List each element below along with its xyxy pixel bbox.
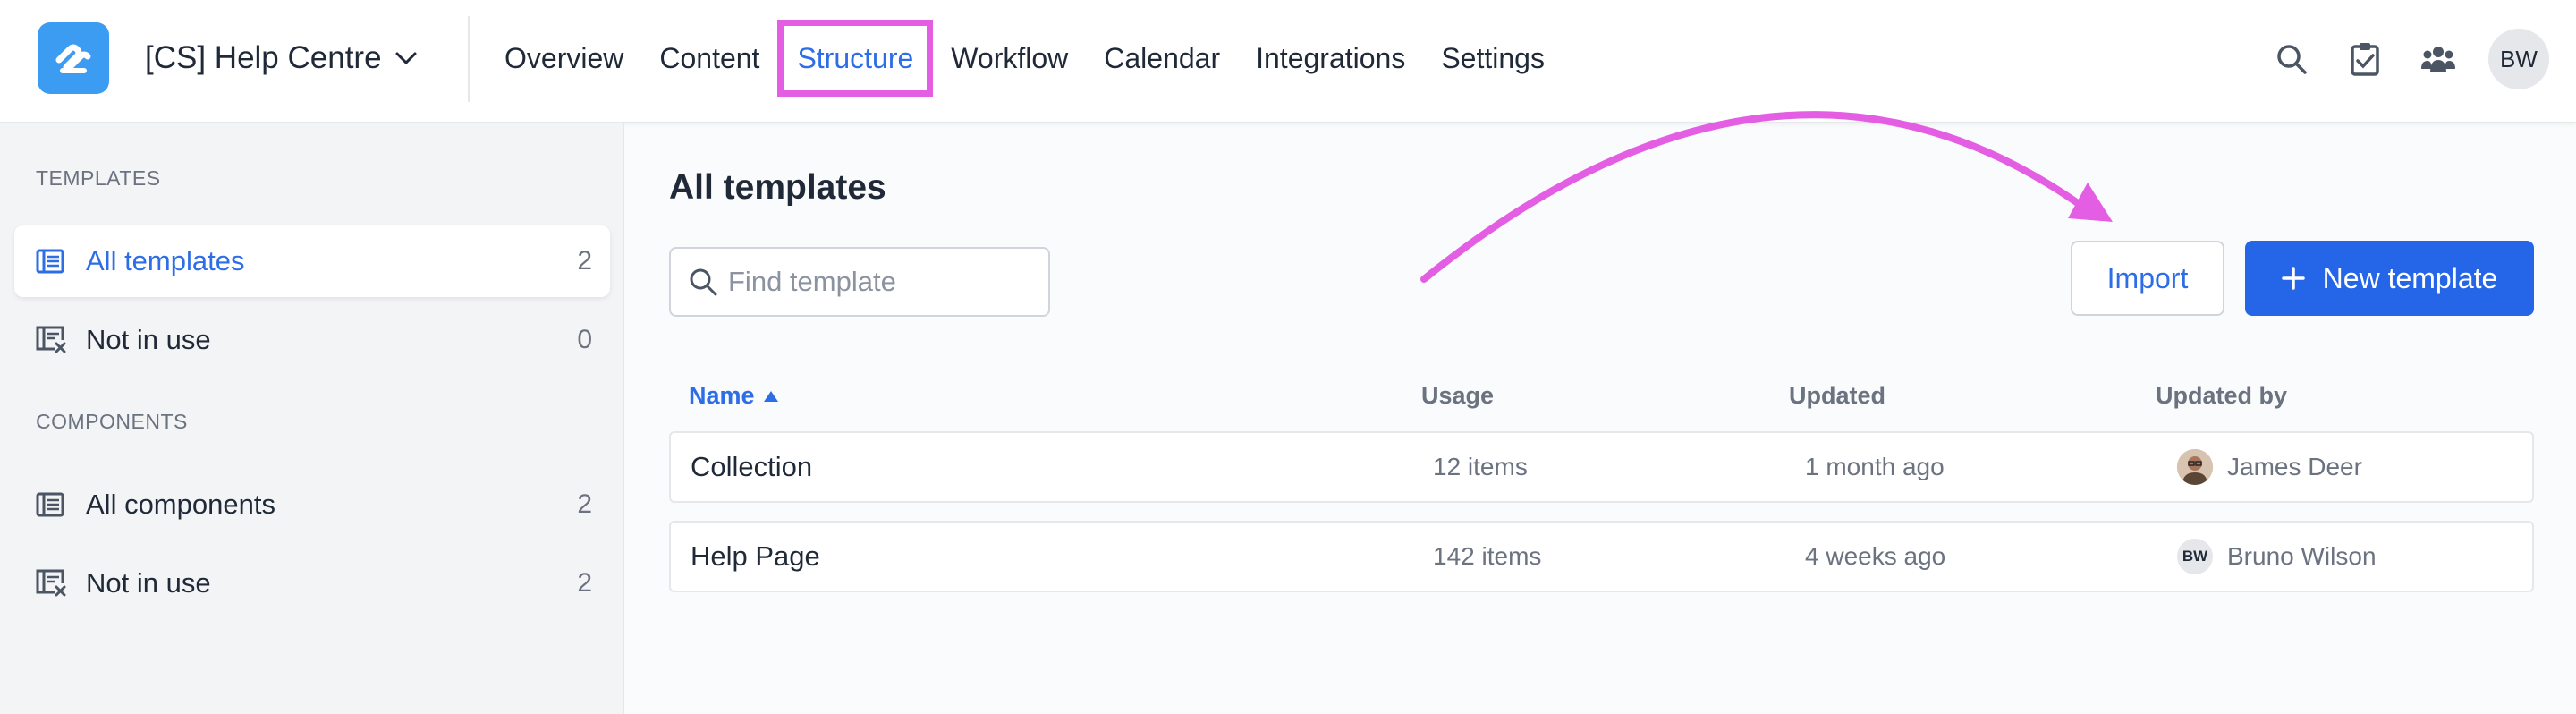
project-switcher[interactable]: [CS] Help Centre (145, 34, 418, 82)
sidebar-item-count: 0 (577, 325, 592, 354)
list-icon (36, 487, 72, 523)
user-avatar[interactable]: BW (2488, 29, 2549, 89)
chevron-down-icon (394, 51, 418, 65)
column-header-usage[interactable]: Usage (1421, 382, 1494, 410)
sidebar-item-all-components[interactable]: All components 2 (14, 469, 610, 540)
updated-by-name: James Deer (2227, 453, 2362, 480)
sidebar-item-label: Not in use (86, 567, 211, 599)
sidebar-item-label: Not in use (86, 324, 211, 355)
header-actions: BW (2268, 23, 2549, 95)
row-updated-by: BW Bruno Wilson (2177, 523, 2377, 591)
sidebar-item-count: 2 (577, 246, 592, 276)
sidebar: TEMPLATES All templates 2 Not in use 0 C… (0, 123, 624, 714)
new-template-button[interactable]: New template (2245, 241, 2534, 316)
search-input[interactable] (728, 266, 1032, 298)
updated-by-name: Bruno Wilson (2227, 542, 2377, 570)
user-photo-avatar (2177, 449, 2213, 485)
main-nav: Overview Content Structure Workflow Cale… (487, 20, 1563, 97)
row-name: Help Page (691, 540, 820, 572)
sidebar-item-components-not-in-use[interactable]: Not in use 2 (14, 548, 610, 619)
search-icon[interactable] (2268, 36, 2315, 82)
row-updated: 1 month ago (1805, 453, 1945, 480)
nav-overview[interactable]: Overview (487, 20, 641, 97)
column-header-updated-by[interactable]: Updated by (2156, 382, 2287, 410)
row-updated-by: James Deer (2177, 433, 2362, 501)
sidebar-item-count: 2 (577, 568, 592, 598)
table-row[interactable]: Help Page 142 items 4 weeks ago BW Bruno… (669, 521, 2534, 592)
page-title: All templates (669, 168, 886, 207)
search-box (669, 247, 1050, 317)
column-header-label: Name (689, 382, 755, 409)
list-remove-icon (36, 565, 72, 601)
search-icon (689, 268, 717, 296)
row-updated: 4 weeks ago (1805, 542, 1946, 570)
top-header: [CS] Help Centre Overview Content Struct… (0, 0, 2576, 123)
row-usage: 12 items (1433, 453, 1528, 480)
sidebar-item-label: All templates (86, 245, 245, 276)
row-name: Collection (691, 451, 813, 482)
import-button[interactable]: Import (2071, 241, 2224, 316)
list-icon (36, 243, 72, 279)
user-initials-avatar: BW (2177, 539, 2213, 574)
column-header-name[interactable]: Name (689, 382, 780, 410)
sidebar-heading-templates: TEMPLATES (36, 166, 161, 190)
nav-workflow[interactable]: Workflow (933, 20, 1086, 97)
nav-integrations[interactable]: Integrations (1238, 20, 1423, 97)
nav-structure[interactable]: Structure (777, 20, 934, 97)
project-name: [CS] Help Centre (145, 40, 382, 75)
sort-ascending-icon (762, 389, 780, 404)
sidebar-item-templates-not-in-use[interactable]: Not in use 0 (14, 304, 610, 376)
team-icon[interactable] (2415, 36, 2462, 82)
sidebar-heading-components: COMPONENTS (36, 410, 188, 433)
sidebar-item-label: All components (86, 489, 275, 520)
nav-calendar[interactable]: Calendar (1086, 20, 1238, 97)
new-template-label: New template (2322, 261, 2498, 294)
header-divider (468, 16, 470, 102)
nav-settings[interactable]: Settings (1423, 20, 1563, 97)
tasks-icon[interactable] (2342, 36, 2388, 82)
table-row[interactable]: Collection 12 items 1 month ago James De… (669, 431, 2534, 503)
column-header-updated[interactable]: Updated (1789, 382, 1885, 410)
nav-content[interactable]: Content (641, 20, 777, 97)
sidebar-item-all-templates[interactable]: All templates 2 (14, 225, 610, 297)
app-logo[interactable] (38, 22, 109, 94)
logo-icon (55, 44, 91, 73)
row-usage: 142 items (1433, 542, 1542, 570)
sidebar-item-count: 2 (577, 489, 592, 519)
plus-icon (2281, 267, 2305, 290)
list-remove-icon (36, 322, 72, 358)
